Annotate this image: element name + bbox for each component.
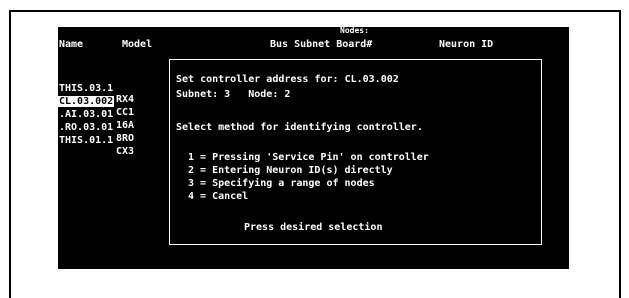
column-header-model: Model <box>122 39 153 50</box>
list-row-5[interactable]: THIS.01.1 CX3 <box>58 124 134 168</box>
dialog-title: Set controller address for: CL.03.002 <box>176 74 399 85</box>
option-range-of-nodes[interactable]: 3 = Specifying a range of nodes <box>188 178 375 189</box>
dialog-instruction: Select method for identifying controller… <box>176 122 423 133</box>
dialog-subnet-node: Subnet: 3 Node: 2 <box>176 89 291 100</box>
dialog-prompt: Press desired selection <box>244 222 383 233</box>
controller-address-dialog: Set controller address for: CL.03.002 Su… <box>169 59 542 245</box>
row-name: THIS.01.1 <box>59 135 114 146</box>
row-model: CX3 <box>116 146 135 157</box>
option-cancel[interactable]: 4 = Cancel <box>188 191 248 202</box>
row-model: CC1 <box>116 107 135 118</box>
terminal-screen: Nodes: Name Model Bus Subnet Board# Neur… <box>58 27 569 269</box>
row-model: 16A <box>116 120 135 131</box>
column-header-name: Name <box>59 39 84 50</box>
option-service-pin[interactable]: 1 = Pressing 'Service Pin' on controller <box>188 152 429 163</box>
row-model: RX4 <box>116 94 135 105</box>
column-header-bus-subnet-board: Bus Subnet Board# <box>270 39 373 50</box>
column-header-neuron-id: Neuron ID <box>439 39 494 50</box>
option-enter-neuron-id[interactable]: 2 = Entering Neuron ID(s) directly <box>188 165 393 176</box>
header-fragment: Nodes: <box>340 27 369 33</box>
row-model: 8RO <box>116 133 135 144</box>
